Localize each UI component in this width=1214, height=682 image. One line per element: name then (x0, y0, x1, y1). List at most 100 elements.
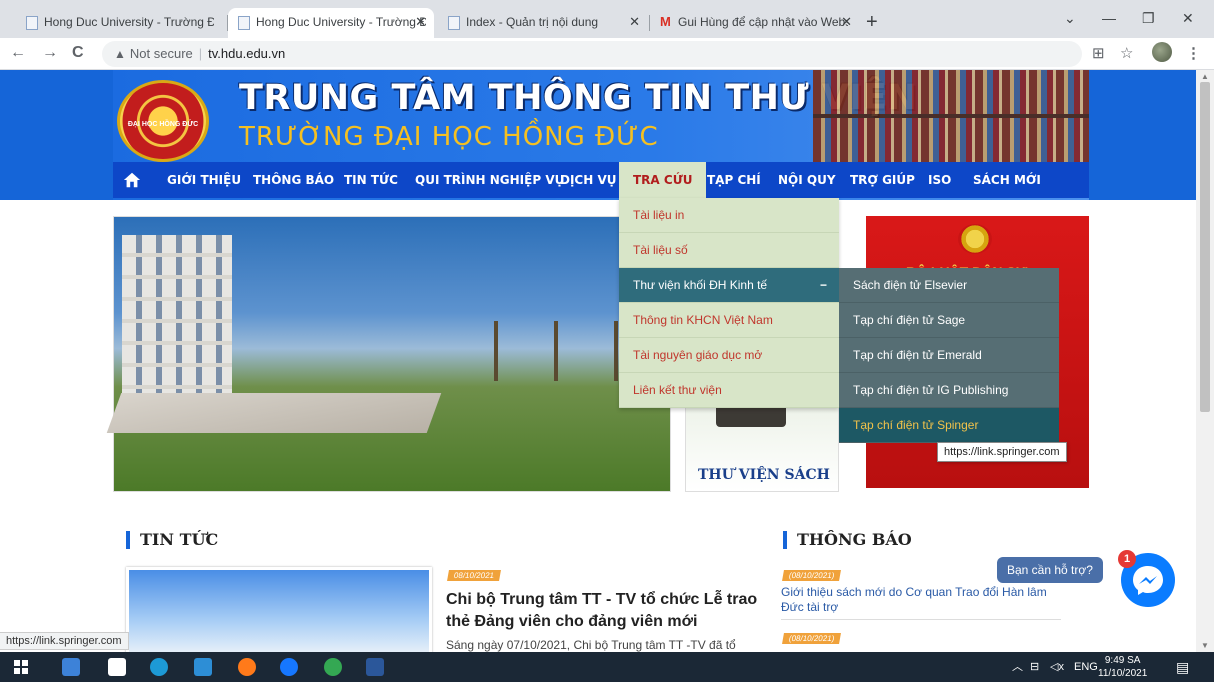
nav-noi-quy[interactable]: NỘI QUY (778, 162, 836, 198)
profile-avatar[interactable] (1152, 42, 1172, 62)
bookmark-star-icon[interactable]: ☆ (1120, 44, 1133, 64)
nav-iso[interactable]: ISO (928, 162, 951, 198)
logo-text: ĐẠI HỌC HỒNG ĐỨC (127, 121, 199, 128)
minimize-icon[interactable]: — (1102, 6, 1116, 30)
close-icon[interactable]: ✕ (415, 8, 426, 36)
home-icon[interactable] (123, 171, 141, 189)
notices-heading: THÔNG BÁO (783, 531, 912, 549)
nav-tap-chi[interactable]: TẠP CHÍ (707, 162, 761, 198)
news-excerpt: Sáng ngày 07/10/2021, Chi bộ Trung tâm T… (446, 638, 736, 652)
submenu-item-ig-publishing[interactable]: Tạp chí điện tử IG Publishing (839, 373, 1059, 408)
tray-chevron-icon[interactable]: ︿ (1012, 652, 1023, 682)
browser-tab-strip: Hong Duc University - Trường Đạ Hong Duc… (0, 0, 1214, 38)
menu-item-tai-lieu-in[interactable]: Tài liệu in (619, 198, 839, 233)
firefox-icon[interactable] (238, 658, 256, 676)
news-date-badge: 08/10/2021 (447, 570, 502, 581)
help-bubble[interactable]: Bạn cần hỗ trợ? (997, 557, 1103, 583)
kinh-te-submenu: Sách điện tử Elsevier Tạp chí điện tử Sa… (839, 268, 1059, 443)
university-logo[interactable]: ĐẠI HỌC HỒNG ĐỨC (117, 80, 209, 162)
reload-icon[interactable]: C (72, 42, 84, 64)
notice-link[interactable]: Giới thiệu sách mới do Cơ quan Trao đổi … (781, 585, 1061, 615)
page-icon (238, 16, 250, 30)
status-bar-url: https://link.springer.com (0, 632, 129, 650)
menu-item-tai-lieu-so[interactable]: Tài liệu số (619, 233, 839, 268)
page-scrollbar[interactable]: ▲ ▼ (1196, 70, 1214, 652)
chrome-icon[interactable] (324, 658, 342, 676)
forward-icon[interactable]: → (42, 42, 58, 64)
gmail-icon: M (660, 14, 671, 29)
tab-title: Index - Quản trị nội dung (466, 15, 599, 29)
menu-icon[interactable]: ⋮ (1186, 44, 1201, 64)
close-icon[interactable]: ✕ (629, 8, 640, 36)
word-icon[interactable] (366, 658, 384, 676)
page-icon (26, 16, 38, 30)
campus-slider-image[interactable] (106, 216, 671, 492)
nav-gioi-thieu[interactable]: GIỚI THIỆU (167, 162, 241, 198)
tra-cuu-dropdown: Tài liệu in Tài liệu số Thư viện khối ĐH… (619, 198, 839, 408)
menu-item-lien-ket[interactable]: Liên kết thư viện (619, 373, 839, 408)
main-navigation: GIỚI THIỆU THÔNG BÁO TIN TỨC QUI TRÌNH N… (113, 162, 1089, 198)
nav-tra-cuu[interactable]: TRA CỨU (619, 162, 707, 198)
mail-icon[interactable] (194, 658, 212, 676)
nav-thong-bao[interactable]: THÔNG BÁO (253, 162, 334, 198)
collapse-icon[interactable]: − (820, 268, 827, 303)
warning-icon: ▲ (114, 47, 126, 61)
bookshelf-image (813, 70, 1089, 162)
clock-date: 11/10/2021 (1098, 668, 1148, 679)
site-subtitle: TRƯỜNG ĐẠI HỌC HỒNG ĐỨC (239, 122, 659, 152)
browser-tab[interactable]: Hong Duc University - Trường Đạ (16, 8, 226, 38)
tab-title: Hong Duc University - Trường Đạ (256, 15, 426, 29)
tab-search-icon[interactable]: ⌄ (1064, 6, 1076, 30)
store-icon[interactable] (108, 658, 126, 676)
news-title[interactable]: Chi bộ Trung tâm TT - TV tổ chức Lễ trao… (446, 589, 776, 633)
windows-taskbar: ︿ ⊟ ◁x ENG 9:49 SA 11/10/2021 ▤ (0, 652, 1214, 682)
library-books-label: THƯ VIỆN SÁCH (698, 467, 830, 483)
messenger-icon[interactable]: 1 (1118, 550, 1175, 607)
window-close-icon[interactable]: ✕ (1182, 6, 1194, 30)
news-thumbnail[interactable] (126, 567, 432, 652)
link-tooltip: https://link.springer.com (937, 442, 1067, 462)
submenu-item-elsevier[interactable]: Sách điện tử Elsevier (839, 268, 1059, 303)
address-bar[interactable]: ▲ Not secure | tv.hdu.edu.vn (102, 41, 1082, 67)
scrollbar-thumb[interactable] (1200, 82, 1210, 412)
submenu-item-emerald[interactable]: Tạp chí điện tử Emerald (839, 338, 1059, 373)
nav-tin-tuc[interactable]: TIN TỨC (344, 162, 398, 198)
close-icon[interactable]: ✕ (841, 8, 852, 36)
restore-icon[interactable]: ❐ (1142, 6, 1155, 30)
campus-building (122, 235, 232, 395)
clock-time: 9:49 SA (1104, 655, 1141, 666)
national-emblem-icon (958, 224, 992, 254)
zalo-icon[interactable] (280, 658, 298, 676)
volume-muted-icon[interactable]: ◁x (1050, 652, 1064, 682)
url-text: tv.hdu.edu.vn (208, 46, 286, 61)
menu-item-oer[interactable]: Tài nguyên giáo dục mở (619, 338, 839, 373)
browser-tab[interactable]: Index - Quản trị nội dung ✕ (438, 8, 648, 38)
back-icon[interactable]: ← (10, 42, 26, 64)
page-icon (448, 16, 460, 30)
notification-badge: 1 (1118, 550, 1136, 568)
menu-item-thu-vien-kinh-te[interactable]: Thư viện khối ĐH Kinh tế − (619, 268, 839, 303)
nav-sach-moi[interactable]: SÁCH MỚI (973, 162, 1041, 198)
tab-title: Gui Hùng để cập nhật vào Websi (678, 15, 848, 29)
notification-center-icon[interactable]: ▤ (1176, 652, 1189, 682)
submenu-item-sage[interactable]: Tạp chí điện tử Sage (839, 303, 1059, 338)
windows-start-icon[interactable] (14, 660, 28, 674)
security-label: Not secure (129, 46, 193, 61)
translate-icon[interactable]: ⊞ (1092, 44, 1105, 64)
nav-qui-trinh[interactable]: QUI TRÌNH NGHIỆP VỤ (415, 162, 564, 198)
nav-dich-vu[interactable]: DỊCH VỤ (560, 162, 616, 198)
browser-toolbar: ← → C ▲ Not secure | tv.hdu.edu.vn ⊞ ☆ ⋮ (0, 38, 1214, 70)
language-indicator[interactable]: ENG (1074, 652, 1098, 682)
task-view-icon[interactable] (62, 658, 80, 676)
notice-date-badge: (08/10/2021) (782, 570, 842, 581)
submenu-item-springer[interactable]: Tạp chí điện tử Spinger (839, 408, 1059, 443)
menu-item-khcn[interactable]: Thông tin KHCN Việt Nam (619, 303, 839, 338)
system-clock[interactable]: 9:49 SA 11/10/2021 (1098, 654, 1147, 680)
browser-tab[interactable]: M Gui Hùng để cập nhật vào Websi ✕ (650, 8, 860, 38)
menu-item-label: Thư viện khối ĐH Kinh tế (633, 278, 768, 292)
nav-tro-giup[interactable]: TRỢ GIÚP (850, 162, 915, 198)
new-tab-button[interactable]: + (866, 8, 878, 36)
network-icon[interactable]: ⊟ (1030, 652, 1039, 682)
browser-tab-active[interactable]: Hong Duc University - Trường Đạ ✕ (228, 8, 434, 38)
edge-icon[interactable] (150, 658, 168, 676)
